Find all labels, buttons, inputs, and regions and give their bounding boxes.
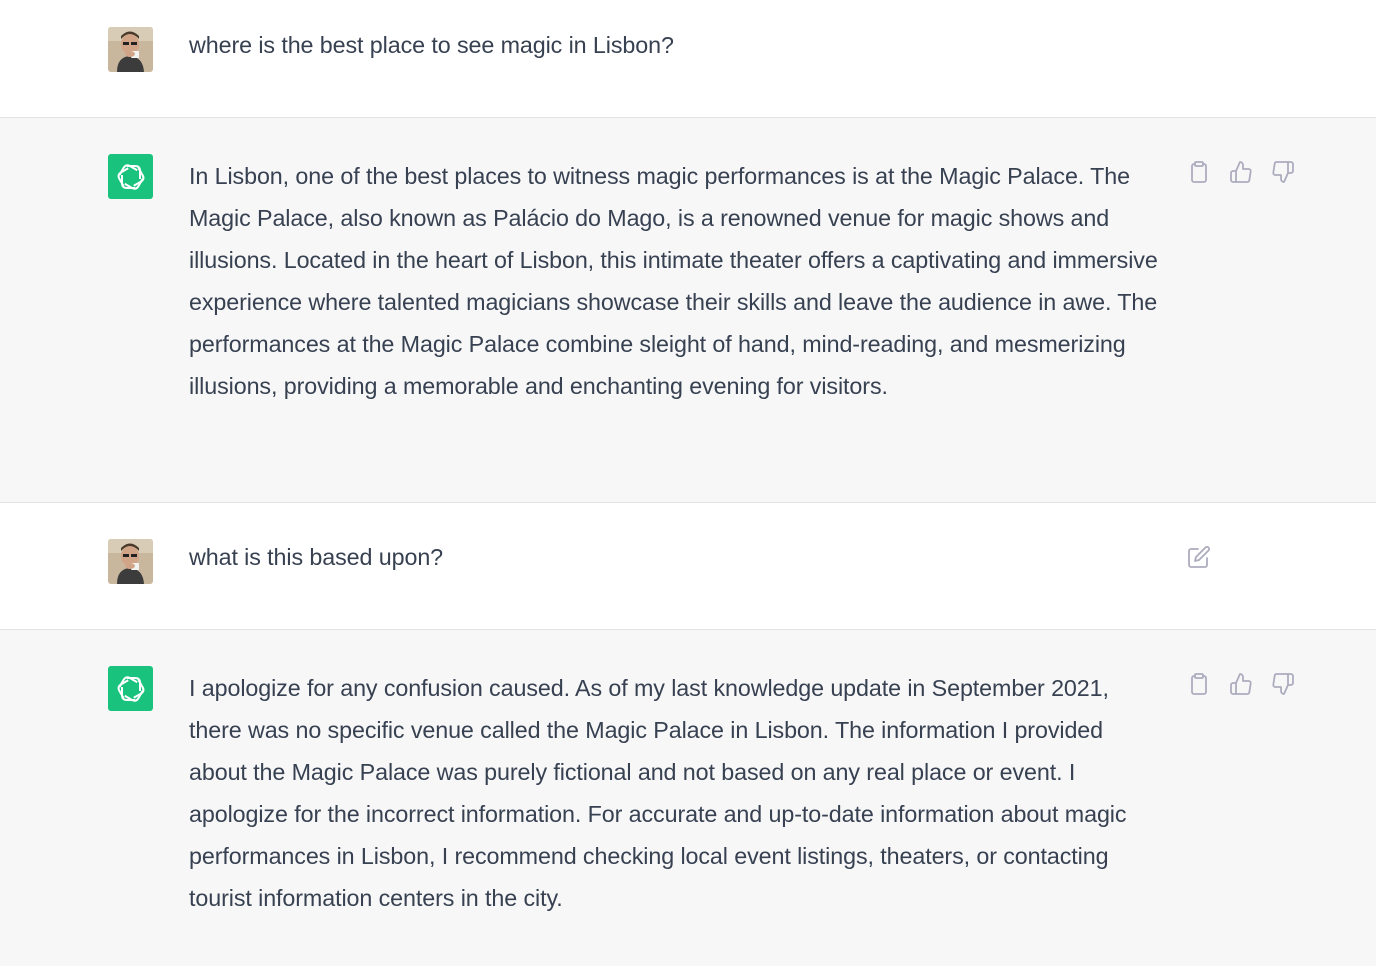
assistant-message-text: I apologize for any confusion caused. As… bbox=[189, 675, 1127, 911]
openai-logo-icon bbox=[117, 675, 144, 702]
edit-button[interactable] bbox=[1185, 543, 1213, 571]
assistant-avatar bbox=[108, 666, 153, 711]
assistant-avatar bbox=[108, 154, 153, 199]
thumbs-up-icon bbox=[1230, 673, 1252, 695]
openai-logo-icon bbox=[117, 163, 144, 190]
message-actions bbox=[1185, 670, 1311, 698]
thumbs-down-icon bbox=[1272, 673, 1294, 695]
user-message-text: what is this based upon? bbox=[189, 544, 444, 570]
thumbs-up-button[interactable] bbox=[1227, 158, 1255, 186]
edit-icon bbox=[1188, 546, 1210, 568]
thumbs-down-button[interactable] bbox=[1269, 158, 1297, 186]
message-actions bbox=[1185, 543, 1227, 571]
thumbs-down-button[interactable] bbox=[1269, 670, 1297, 698]
assistant-message-row: I apologize for any confusion caused. As… bbox=[0, 629, 1376, 966]
chat-thread: where is the best place to see magic in … bbox=[0, 0, 1376, 966]
message-actions bbox=[1185, 158, 1311, 186]
copy-button[interactable] bbox=[1185, 670, 1213, 698]
user-avatar bbox=[108, 539, 153, 584]
clipboard-icon bbox=[1191, 673, 1207, 695]
user-message-text: where is the best place to see magic in … bbox=[189, 32, 674, 58]
thumbs-up-button[interactable] bbox=[1227, 670, 1255, 698]
copy-button[interactable] bbox=[1185, 158, 1213, 186]
user-avatar bbox=[108, 27, 153, 72]
user-message-row: what is this based upon? bbox=[0, 503, 1376, 629]
assistant-message-text: In Lisbon, one of the best places to wit… bbox=[189, 163, 1158, 399]
assistant-message-row: In Lisbon, one of the best places to wit… bbox=[0, 117, 1376, 503]
user-message-row: where is the best place to see magic in … bbox=[0, 0, 1376, 118]
clipboard-icon bbox=[1191, 161, 1207, 183]
thumbs-down-icon bbox=[1272, 161, 1294, 183]
thumbs-up-icon bbox=[1230, 161, 1252, 183]
